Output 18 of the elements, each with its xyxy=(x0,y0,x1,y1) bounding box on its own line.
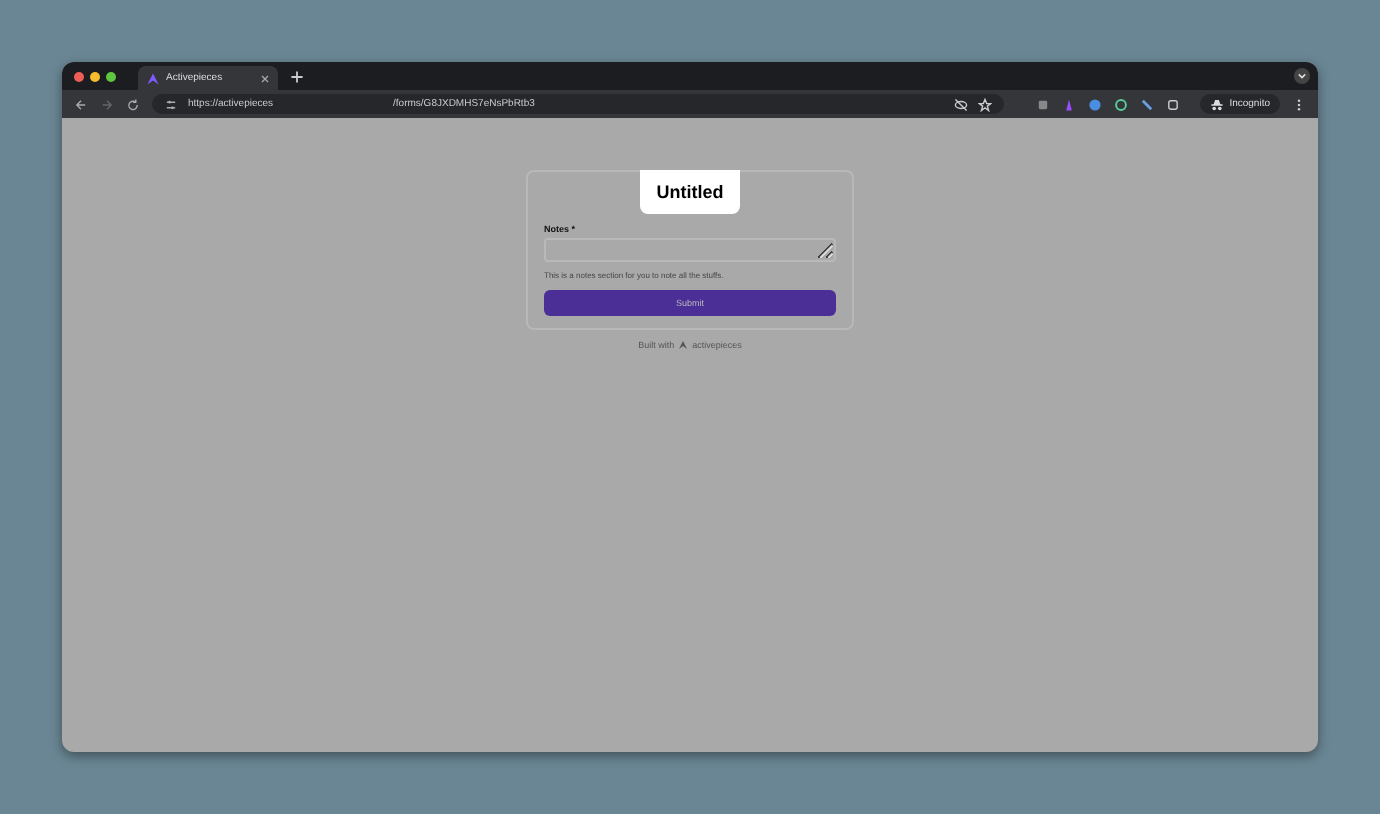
more-icon[interactable] xyxy=(1292,97,1306,111)
notes-field[interactable] xyxy=(544,238,836,262)
form-title: Untitled xyxy=(640,170,740,214)
minimize-window-icon[interactable] xyxy=(90,71,100,81)
new-tab-icon[interactable] xyxy=(290,69,304,83)
close-icon[interactable] xyxy=(260,73,270,83)
incognito-icon xyxy=(1209,97,1224,111)
extensions-puzzle-icon[interactable] xyxy=(1165,97,1180,111)
bookmark-star-icon[interactable] xyxy=(977,97,992,111)
close-window-icon[interactable] xyxy=(74,71,84,81)
tab-menu-icon[interactable] xyxy=(1294,68,1310,84)
back-icon[interactable] xyxy=(74,97,88,111)
eye-off-icon[interactable] xyxy=(953,97,968,111)
reload-icon[interactable] xyxy=(126,97,140,111)
logo-icon xyxy=(678,340,689,350)
site-settings-icon[interactable] xyxy=(164,97,178,111)
logo-icon xyxy=(146,71,160,85)
maximize-window-icon[interactable] xyxy=(106,71,116,81)
